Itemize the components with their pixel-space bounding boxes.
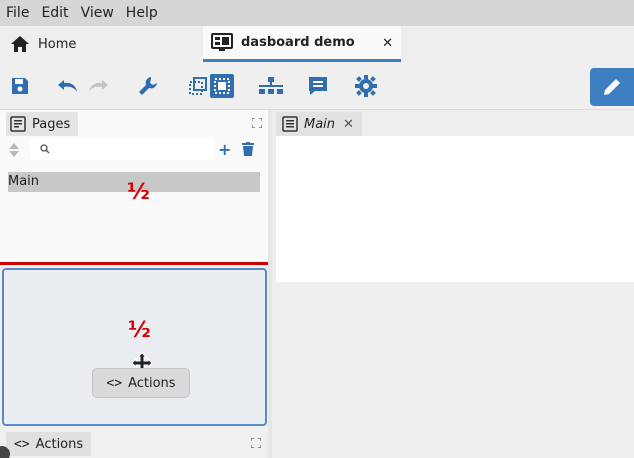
frame-select-icon	[214, 78, 230, 94]
settings-button[interactable]	[354, 74, 378, 98]
undo-icon	[58, 80, 77, 92]
pages-tab[interactable]: Pages	[6, 112, 79, 136]
menu-edit[interactable]: Edit	[35, 5, 74, 21]
select-icon	[189, 77, 207, 95]
actions-drag-label: Actions	[128, 375, 176, 391]
code-icon: <>	[14, 436, 30, 452]
actions-drop-zone[interactable]: ½ <> Actions	[2, 268, 267, 426]
tab-close-button[interactable]: ✕	[382, 36, 393, 51]
add-page-button[interactable]: +	[218, 140, 231, 159]
split-ratio-bottom: ½	[128, 318, 151, 343]
actions-drag-tab[interactable]: <> Actions	[92, 368, 190, 398]
edit-mode-button[interactable]	[590, 68, 634, 106]
menu-file[interactable]: File	[0, 5, 35, 21]
editor-tab-label: Main	[304, 116, 336, 132]
gear-icon	[355, 75, 377, 97]
comment-button[interactable]	[306, 74, 330, 98]
tab-home-label: Home	[38, 36, 77, 52]
menu-help[interactable]: Help	[120, 5, 164, 21]
toolbar	[0, 62, 634, 110]
dashboard-icon	[211, 32, 233, 51]
page-icon	[282, 116, 298, 132]
split-divider[interactable]	[0, 262, 278, 265]
menu-view[interactable]: View	[75, 5, 120, 21]
tab-home[interactable]: Home	[10, 26, 200, 62]
tab-dashboard-demo[interactable]: dasboard demo ✕	[203, 26, 401, 62]
actions-tab-label: Actions	[35, 436, 84, 452]
maximize-icon[interactable]	[251, 438, 261, 448]
pages-tab-label: Pages	[32, 116, 71, 132]
editor-area: Main ✕	[272, 110, 634, 458]
pages-panel: Pages + Main ½	[0, 110, 270, 262]
undo-button[interactable]	[56, 74, 80, 98]
select-button[interactable]	[186, 74, 210, 98]
pages-search-input[interactable]	[30, 138, 214, 160]
home-icon	[11, 36, 29, 52]
split-ratio-top: ½	[127, 180, 150, 205]
code-icon: <>	[106, 375, 123, 391]
comment-icon	[309, 77, 327, 95]
tab-demo-label: dasboard demo	[241, 35, 355, 50]
editor-tab-close-button[interactable]: ✕	[343, 117, 354, 132]
actions-tab[interactable]: <> Actions	[6, 432, 92, 456]
redo-icon	[89, 80, 108, 92]
menubar: File Edit View Help	[0, 0, 634, 26]
save-button[interactable]	[8, 74, 32, 98]
frame-select-button[interactable]	[210, 74, 234, 98]
redo-button[interactable]	[86, 74, 110, 98]
search-icon	[40, 144, 50, 154]
wrench-icon	[139, 77, 157, 95]
pages-search-row: +	[4, 138, 266, 162]
tab-bar: Home dasboard demo ✕	[0, 26, 634, 62]
hierarchy-button[interactable]	[258, 74, 284, 98]
pages-icon	[10, 116, 26, 132]
save-icon	[12, 78, 28, 94]
editor-canvas[interactable]	[276, 136, 634, 282]
pencil-icon	[604, 79, 620, 95]
maximize-icon[interactable]	[252, 118, 262, 128]
sort-icon[interactable]	[8, 142, 20, 158]
wrench-button[interactable]	[136, 74, 160, 98]
hierarchy-icon	[259, 77, 283, 94]
editor-tab-main[interactable]: Main ✕	[276, 112, 362, 136]
trash-icon[interactable]	[242, 142, 254, 156]
